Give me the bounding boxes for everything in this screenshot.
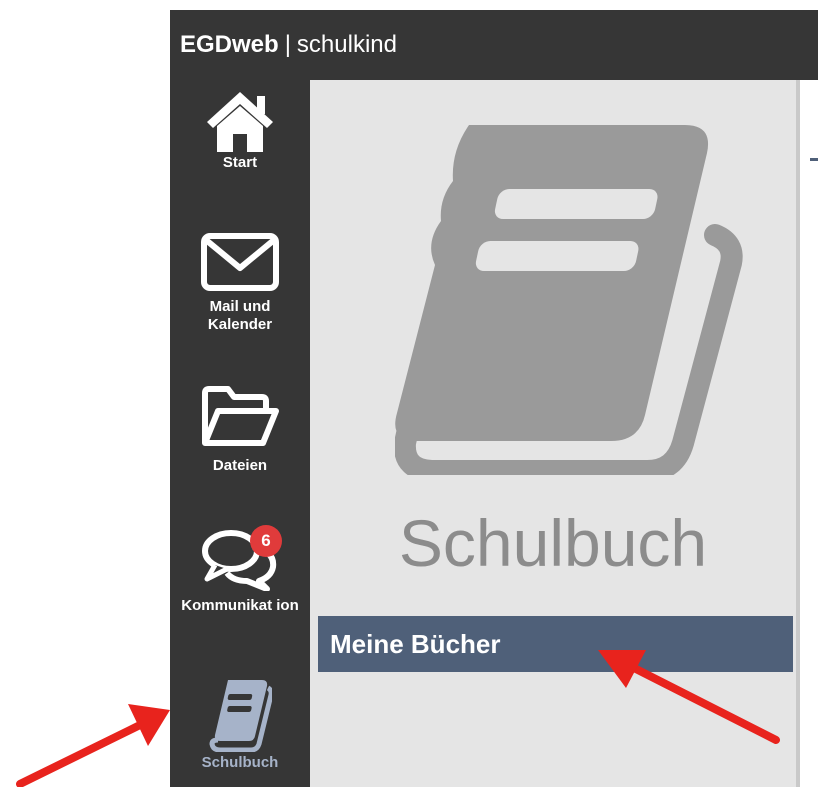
sidebar-item-mail[interactable]: Mail und Kalender (170, 232, 310, 334)
header-separator: | (284, 31, 291, 58)
sidebar-item-schulbuch[interactable]: Schulbuch (170, 678, 310, 772)
notification-badge: 6 (250, 525, 282, 557)
sidebar-item-label: Mail und Kalender (207, 298, 273, 333)
sidebar-item-label: Dateien (212, 457, 268, 474)
sidebar: Start Mail und Kalender Dateien 6 Kommun… (170, 80, 310, 787)
envelope-icon (201, 233, 279, 291)
annotation-arrow-right (598, 650, 780, 744)
top-bar: EGDweb | schulkind (170, 10, 818, 80)
page-title: Schulbuch (398, 506, 708, 580)
annotation-arrow-left (16, 704, 170, 787)
sidebar-item-label: Start (222, 154, 258, 171)
sidebar-item-start[interactable]: Start (170, 88, 310, 172)
folder-icon (202, 386, 279, 446)
sidebar-item-files[interactable]: Dateien (170, 385, 310, 475)
app-brand[interactable]: EGDweb (180, 31, 279, 58)
home-icon (207, 92, 273, 152)
user-name: schulkind (296, 31, 397, 58)
sidebar-item-label: Kommunikat ion (181, 597, 299, 614)
hero-book-icon (395, 125, 743, 475)
right-panel (800, 80, 818, 787)
sidebar-item-label: Schulbuch (201, 754, 279, 771)
sidebar-item-communication[interactable]: 6 Kommunikat ion (170, 525, 310, 615)
right-panel-marker (810, 158, 818, 161)
book-icon (209, 680, 272, 752)
